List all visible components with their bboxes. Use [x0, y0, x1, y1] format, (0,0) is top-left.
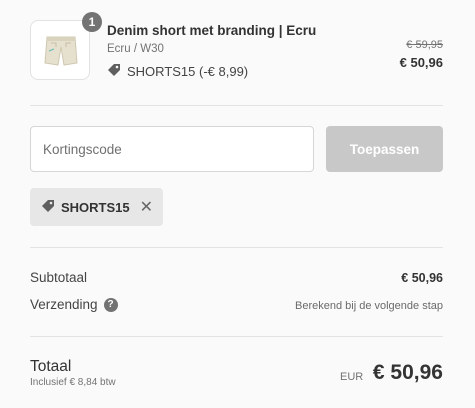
currency-code: EUR	[340, 371, 364, 383]
product-variant: Ecru / W30	[107, 43, 164, 55]
subtotal-value: € 50,96	[401, 271, 443, 285]
divider	[30, 105, 443, 106]
tag-icon	[41, 199, 55, 216]
shipping-label-row: Verzending?	[30, 297, 118, 313]
shipping-label: Verzending	[30, 297, 98, 312]
divider	[30, 247, 443, 248]
remove-discount-icon[interactable]: ✕	[140, 197, 153, 217]
total-amount: € 50,96	[372, 361, 443, 384]
subtotal-label: Subtotaal	[30, 270, 88, 285]
product-thumbnail[interactable]	[30, 20, 90, 80]
shorts-icon	[44, 36, 78, 66]
apply-button[interactable]: Toepassen	[326, 126, 443, 172]
product-title: Denim short met branding | Ecru	[107, 23, 317, 38]
quantity-badge: 1	[82, 12, 102, 32]
tag-icon	[107, 63, 121, 80]
cart-line-item: 1 Denim short met branding | Ecru Ecru /…	[30, 12, 443, 84]
applied-discount-tag: SHORTS15 ✕	[30, 188, 163, 226]
total-label: Totaal	[30, 358, 72, 375]
product-discount-text: SHORTS15 (-€ 8,99)	[127, 64, 249, 79]
applied-discount-code: SHORTS15	[61, 199, 130, 215]
discount-code-input[interactable]	[30, 126, 314, 172]
discounted-price: € 50,96	[399, 55, 443, 70]
product-discount: SHORTS15 (-€ 8,99)	[107, 63, 248, 80]
divider	[30, 336, 443, 337]
tax-note: Inclusief € 8,84 btw	[30, 377, 116, 388]
help-icon[interactable]: ?	[103, 298, 118, 313]
original-price: € 59,95	[406, 39, 443, 51]
shipping-value: Berekend bij de volgende stap	[295, 300, 443, 312]
